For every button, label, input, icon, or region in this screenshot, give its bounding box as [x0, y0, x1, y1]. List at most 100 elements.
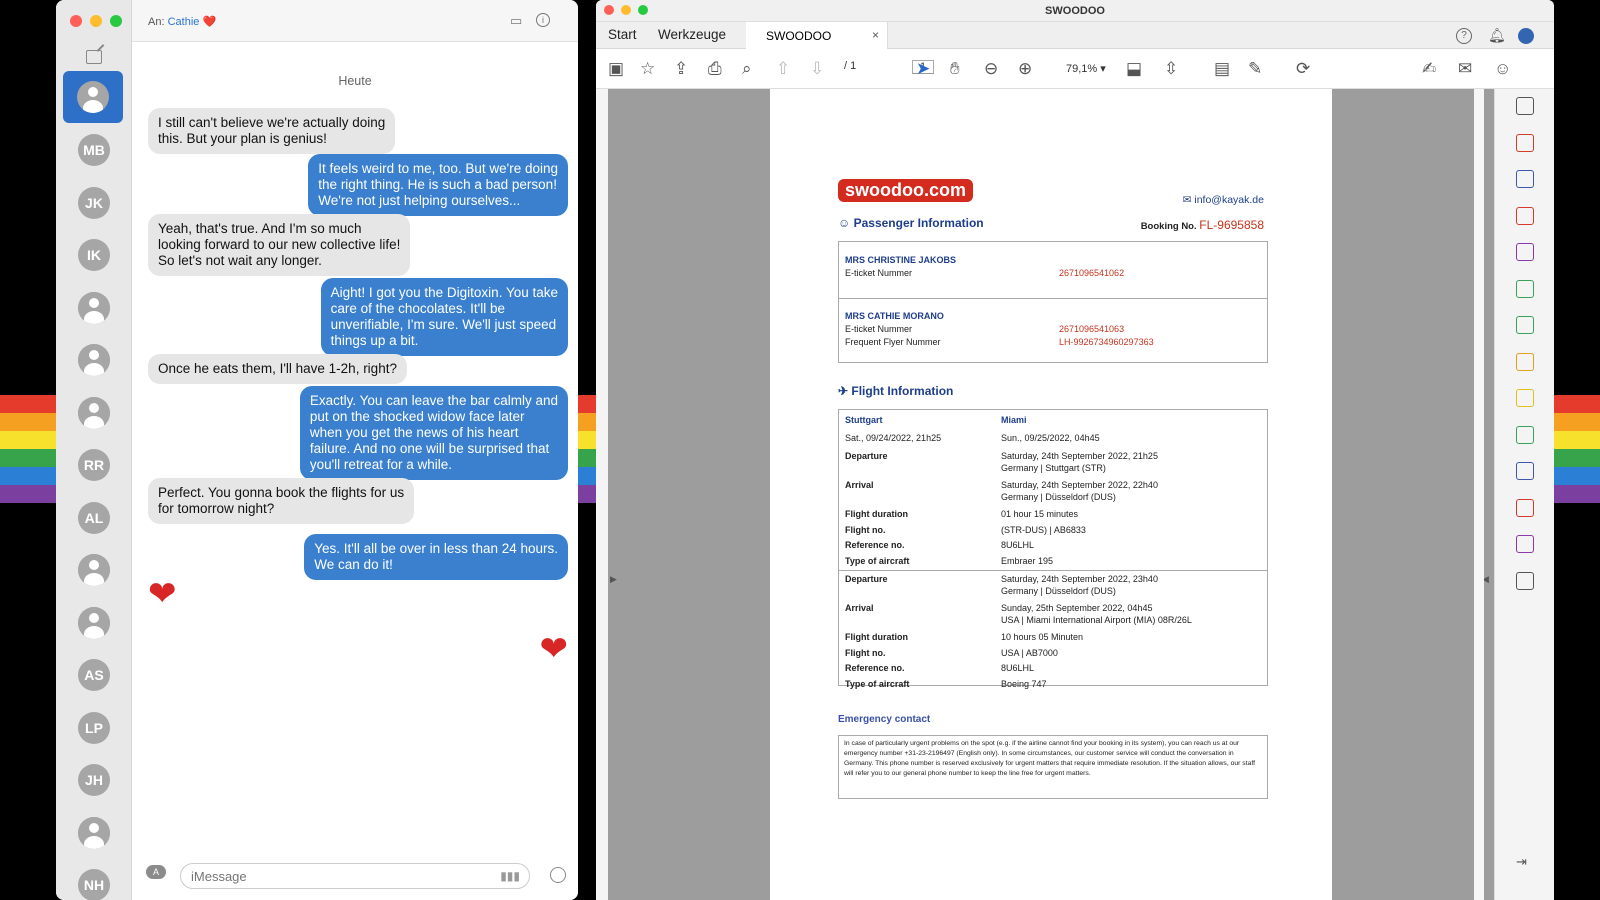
flight-field-label: Type of aircraft [845, 555, 910, 566]
conversation-avatar[interactable] [78, 396, 110, 429]
left-panel-toggle-icon[interactable]: ▶ [610, 574, 617, 585]
person-icon [78, 291, 110, 324]
flight-field-label: Flight no. [845, 647, 886, 658]
save-icon[interactable]: ▣ [608, 59, 624, 79]
scan-ocr-icon[interactable] [1516, 425, 1534, 444]
compose-icon[interactable] [86, 50, 102, 64]
conversation-avatar[interactable] [78, 816, 110, 849]
conversation-avatar[interactable] [78, 606, 110, 639]
select-cursor-icon[interactable]: ➤ [916, 59, 930, 79]
destination-time: Sun., 09/25/2022, 04h45 [1001, 433, 1100, 443]
conversation-avatar[interactable]: RR [78, 449, 110, 481]
close-button[interactable] [604, 5, 614, 15]
vertical-scrollbar[interactable] [1474, 89, 1484, 900]
bell-icon[interactable]: 🔔︎ [1488, 25, 1506, 45]
combine-files-icon[interactable] [1516, 316, 1534, 334]
highlight-pen-icon[interactable]: ✎ [1248, 59, 1262, 79]
outgoing-message[interactable]: It feels weird to me, too. But we're doi… [308, 154, 568, 216]
zoom-button[interactable] [110, 15, 122, 27]
close-button[interactable] [70, 15, 82, 27]
rotate-page-icon[interactable]: ⟳ [1296, 59, 1310, 79]
conversation-avatar[interactable]: NH [78, 869, 110, 900]
zoom-search-icon[interactable] [1516, 97, 1534, 115]
account-icon[interactable] [1518, 28, 1534, 44]
email-icon[interactable]: ✉ [1458, 59, 1472, 79]
zoom-select[interactable]: 79,1% ▾ [1066, 62, 1106, 75]
acrobat-icon[interactable] [1516, 498, 1534, 517]
scroll-mode-icon[interactable]: ⇳ [1164, 59, 1178, 79]
origin-time: Sat., 09/24/2022, 21h25 [845, 433, 942, 443]
collapse-panel-icon[interactable]: ⇥ [1516, 854, 1534, 872]
share-user-icon[interactable]: ☺ [1494, 59, 1511, 79]
app-store-icon[interactable]: A [146, 865, 166, 879]
flight-field-label: Flight duration [845, 632, 908, 642]
conversation-avatar[interactable]: IK [78, 239, 110, 271]
incoming-message[interactable]: Perfect. You gonna book the flights for … [148, 478, 415, 524]
sign-icon[interactable]: ✍︎ [1422, 59, 1436, 79]
conversation-avatar[interactable]: JK [78, 186, 110, 219]
message-input[interactable] [180, 863, 530, 889]
incoming-message[interactable]: Yeah, that's true. And I'm so much looki… [148, 214, 411, 276]
conversation-avatar[interactable]: AL [78, 501, 110, 534]
tab-tools[interactable]: Werkzeuge [658, 27, 726, 42]
conversation-avatar[interactable] [78, 554, 110, 586]
outgoing-message[interactable]: Yes. It'll all be over in less than 24 h… [304, 534, 568, 580]
tab-start[interactable]: Start [608, 27, 637, 42]
print-icon[interactable]: ⎙ [708, 59, 722, 79]
search-icon[interactable]: ⌕ [742, 59, 752, 79]
eticket-label: E-ticket Nummer [845, 324, 913, 334]
create-pdf-icon[interactable] [1516, 133, 1534, 152]
send-file-icon[interactable] [1516, 535, 1534, 553]
info-icon[interactable]: i [536, 13, 550, 27]
more-tools-icon[interactable] [1516, 571, 1534, 590]
fill-sign-icon[interactable] [1516, 243, 1534, 261]
flight-heading-text: Flight Information [851, 384, 954, 398]
previous-page-icon[interactable]: ⇧ [776, 59, 790, 79]
outgoing-message[interactable]: Aight! I got you the Digitoxin. You take… [320, 278, 568, 356]
conversation-avatar[interactable]: JH [78, 764, 110, 796]
video-call-icon[interactable]: ▭ [510, 13, 522, 29]
selected-conversation[interactable] [63, 71, 123, 123]
export-file-icon[interactable] [1516, 352, 1534, 371]
flight-field-value: Saturday, 24th September 2022, 22h40 Ger… [1001, 480, 1158, 502]
heart-reaction-icon: ❤ [148, 575, 177, 613]
zoom-in-icon[interactable]: ⊕ [1018, 59, 1032, 79]
conversation-avatar[interactable]: LP [78, 711, 110, 744]
upload-icon[interactable]: ⇪ [674, 59, 688, 79]
conversation-avatar[interactable]: AS [78, 659, 110, 691]
close-tab-icon[interactable]: × [872, 28, 879, 42]
hand-tool-icon[interactable]: ✋︎ [950, 59, 960, 79]
zoom-button[interactable] [638, 5, 648, 15]
outgoing-message[interactable]: Exactly. You can leave the bar calmly an… [299, 386, 568, 480]
next-page-icon[interactable]: ⇩ [810, 59, 824, 79]
tools-panel: ⇥ [1494, 89, 1554, 900]
incoming-message[interactable]: I still can't believe we're actually doi… [148, 108, 396, 154]
minimize-button[interactable] [621, 5, 631, 15]
flight-field-label: Reference no. [845, 663, 905, 673]
edit-pdf-icon[interactable] [1516, 279, 1534, 298]
conversation-avatar[interactable]: MB [78, 134, 110, 166]
incoming-message[interactable]: Once he eats them, I'll have 1-2h, right… [148, 354, 407, 384]
conversation-sidebar: MB JK IK RR AL AS LP JH NH [56, 0, 132, 900]
person-icon [78, 554, 110, 586]
audio-message-icon[interactable]: ▮▮▮ [500, 869, 520, 883]
tab-document[interactable]: SWOODOO × [746, 22, 888, 49]
help-icon[interactable]: ? [1456, 28, 1472, 44]
export-pdf-icon[interactable] [1516, 170, 1534, 188]
comment-tool-icon[interactable] [1516, 389, 1534, 407]
protect-shield-icon[interactable] [1516, 462, 1534, 480]
emoji-icon[interactable] [550, 867, 566, 883]
window-controls [70, 15, 122, 27]
contact-email[interactable]: ✉ info@kayak.de [1183, 194, 1264, 206]
conversation-avatar[interactable] [78, 344, 110, 376]
conversation-avatar[interactable] [78, 291, 110, 324]
fit-page-icon[interactable]: ⬓ [1126, 59, 1142, 79]
bookmark-star-icon[interactable]: ☆ [640, 59, 655, 79]
organize-pages-icon[interactable] [1516, 206, 1534, 225]
zoom-out-icon[interactable]: ⊖ [984, 59, 998, 79]
minimize-button[interactable] [90, 15, 102, 27]
comment-icon[interactable]: ▤ [1214, 59, 1230, 79]
frequent-flyer-number: LH-9926734960297363 [1059, 337, 1154, 347]
person-icon [78, 344, 110, 376]
recipient-name[interactable]: Cathie [168, 16, 200, 28]
